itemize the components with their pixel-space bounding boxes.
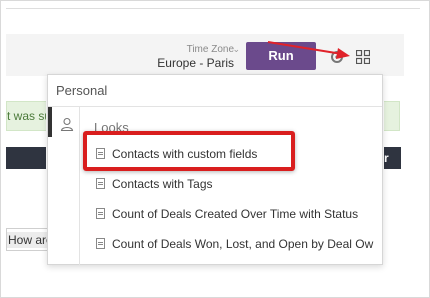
look-item[interactable]: Contacts with Tags xyxy=(96,174,213,194)
timezone-label: Time Zone xyxy=(186,44,234,55)
success-text: t was su xyxy=(7,109,46,123)
success-banner: t was su xyxy=(6,101,46,131)
document-icon xyxy=(96,178,105,189)
section-label: Personal xyxy=(48,75,382,107)
active-indicator xyxy=(48,107,52,137)
chevron-down-icon[interactable]: ⌄ xyxy=(232,44,240,55)
user-icon[interactable] xyxy=(60,117,74,131)
document-icon xyxy=(96,238,105,249)
success-banner-edge xyxy=(384,101,400,131)
document-icon xyxy=(96,148,105,159)
look-item[interactable]: Count of Deals Created Over Time with St… xyxy=(96,204,358,224)
document-icon xyxy=(96,208,105,219)
timezone-select[interactable]: Europe - Paris xyxy=(157,56,234,70)
gear-icon[interactable] xyxy=(329,49,345,65)
folder-title: Looks xyxy=(94,120,129,135)
dark-toolbar xyxy=(6,147,46,169)
run-button[interactable]: Run xyxy=(246,42,316,70)
dark-button[interactable]: r xyxy=(384,147,401,169)
divider xyxy=(6,8,420,9)
grid-icon[interactable] xyxy=(356,50,370,64)
dropdown-sidebar xyxy=(48,107,80,265)
look-item[interactable]: Contacts with custom fields xyxy=(96,144,257,164)
look-item[interactable]: Count of Deals Won, Lost, and Open by De… xyxy=(96,234,373,254)
looks-dropdown: Personal Looks Contacts with custom fiel… xyxy=(47,74,383,265)
